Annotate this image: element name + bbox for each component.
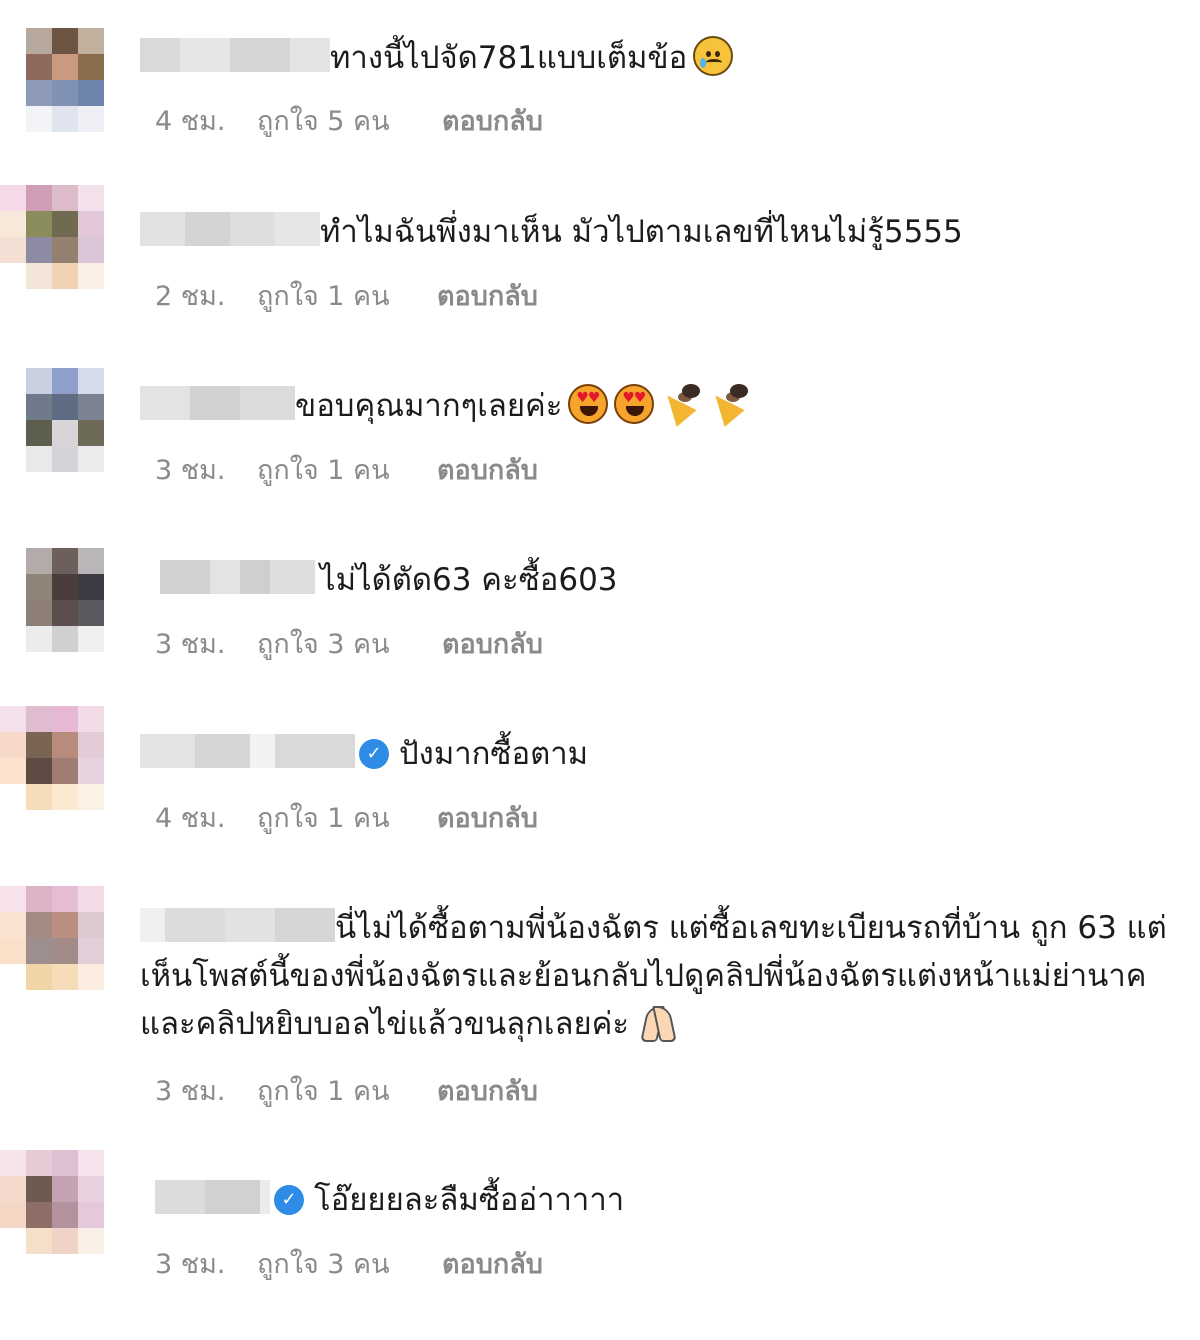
comment-time: 3 ชม.	[155, 1075, 226, 1107]
comment-time: 4 ชม.	[155, 802, 226, 834]
avatar[interactable]	[0, 548, 110, 658]
reply-button[interactable]: ตอบกลับ	[442, 99, 543, 142]
avatar[interactable]	[0, 28, 110, 138]
comment-likes[interactable]: ถูกใจ 1 คน	[257, 274, 437, 317]
comment-meta: 3 ชม. ถูกใจ 3 คน ตอบกลับ	[155, 1243, 543, 1283]
comment-line: ทำไมฉันพึ่งมาเห็น มัวไปตามเลขที่ไหนไม่รู…	[140, 208, 1170, 256]
reply-button[interactable]: ตอบกลับ	[442, 1242, 543, 1285]
comment-text: ทำไมฉันพึ่งมาเห็น มัวไปตามเลขที่ไหนไม่รู…	[320, 214, 963, 250]
comment-meta: 3 ชม. ถูกใจ 1 คน ตอบกลับ	[155, 449, 538, 489]
blurred-username[interactable]	[140, 1180, 270, 1214]
comment-time: 2 ชม.	[155, 280, 226, 312]
comment-likes[interactable]: ถูกใจ 1 คน	[257, 448, 437, 491]
comment-line: ✓ ปังมากซื้อตาม	[140, 730, 1170, 778]
reply-button[interactable]: ตอบกลับ	[437, 1069, 538, 1112]
comment-text: ปังมากซื้อตาม	[399, 736, 589, 772]
blurred-username[interactable]	[140, 386, 295, 420]
reply-button[interactable]: ตอบกลับ	[437, 796, 538, 839]
comment-time: 3 ชม.	[155, 628, 226, 660]
comment-likes[interactable]: ถูกใจ 1 คน	[257, 1069, 437, 1112]
comment-line: นี่ไม่ได้ซื้อตามพี่น้องฉัตร แต่ซื้อเลขทะ…	[140, 904, 1170, 1042]
verified-badge-icon: ✓	[274, 1185, 304, 1215]
comment-likes[interactable]: ถูกใจ 1 คน	[257, 796, 437, 839]
comment-meta: 4 ชม. ถูกใจ 1 คน ตอบกลับ	[155, 797, 538, 837]
avatar[interactable]	[0, 185, 110, 295]
avatar[interactable]	[0, 706, 110, 816]
comment-text: โอ๊ยยยละลืมซื้ออ่าาาาา	[314, 1182, 625, 1218]
party-popper-icon	[708, 384, 750, 424]
folded-hands-icon	[635, 1002, 679, 1042]
comment-line: ขอบคุณมากๆเลยค่ะ	[140, 382, 1170, 430]
comment-time: 3 ชม.	[155, 1248, 226, 1280]
comment-time: 3 ชม.	[155, 454, 226, 486]
comment-likes[interactable]: ถูกใจ 3 คน	[257, 622, 442, 665]
comment-likes[interactable]: ถูกใจ 5 คน	[257, 99, 442, 142]
reply-button[interactable]: ตอบกลับ	[437, 274, 538, 317]
blurred-username[interactable]	[140, 38, 330, 72]
comment-line: ✓ โอ๊ยยยละลืมซื้ออ่าาาาา	[140, 1176, 1170, 1224]
blurred-username[interactable]	[140, 560, 320, 594]
blurred-username[interactable]	[140, 212, 320, 246]
comment-text: ทางนี้ไปจัด781แบบเต็มข้อ	[330, 34, 734, 82]
heart-eyes-icon	[614, 384, 655, 424]
crying-face-icon	[693, 36, 734, 76]
comment-meta: 3 ชม. ถูกใจ 1 คน ตอบกลับ	[155, 1070, 538, 1110]
comment-line: ทางนี้ไปจัด781แบบเต็มข้อ	[140, 34, 1170, 82]
comment-text: ไม่ได้ตัด63 คะซื้อ603	[320, 562, 618, 598]
comment-line: ไม่ได้ตัด63 คะซื้อ603	[140, 556, 1170, 604]
blurred-username[interactable]	[140, 734, 355, 768]
comment-time: 4 ชม.	[155, 105, 226, 137]
verified-badge-icon: ✓	[359, 739, 389, 769]
avatar[interactable]	[0, 1150, 110, 1260]
comment-meta: 2 ชม. ถูกใจ 1 คน ตอบกลับ	[155, 275, 538, 315]
comment-text: ขอบคุณมากๆเลยค่ะ	[295, 382, 750, 430]
reply-button[interactable]: ตอบกลับ	[437, 448, 538, 491]
comment-meta: 3 ชม. ถูกใจ 3 คน ตอบกลับ	[155, 623, 543, 663]
party-popper-icon	[660, 384, 702, 424]
comment-likes[interactable]: ถูกใจ 3 คน	[257, 1242, 442, 1285]
comment-meta: 4 ชม. ถูกใจ 5 คน ตอบกลับ	[155, 100, 543, 140]
avatar[interactable]	[0, 368, 110, 478]
reply-button[interactable]: ตอบกลับ	[442, 622, 543, 665]
avatar[interactable]	[0, 886, 110, 996]
heart-eyes-icon	[568, 384, 609, 424]
comment-text: นี่ไม่ได้ซื้อตามพี่น้องฉัตร แต่ซื้อเลขทะ…	[140, 910, 1167, 1042]
